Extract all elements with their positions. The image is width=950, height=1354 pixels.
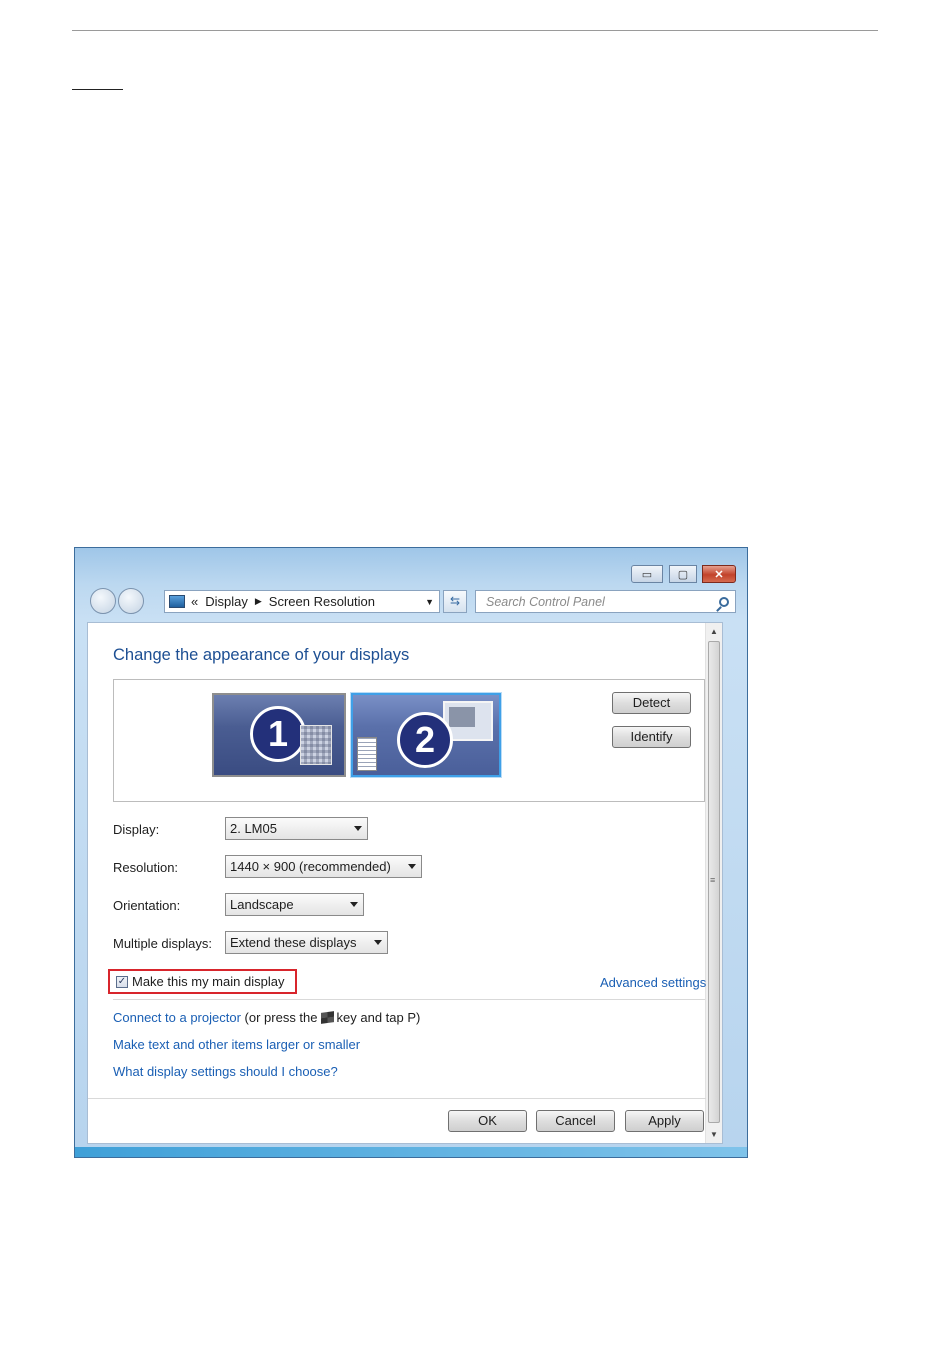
projector-hint-suffix: key and tap P): [336, 1010, 421, 1025]
document-icon: [357, 737, 377, 771]
breadcrumb-screen-resolution[interactable]: Screen Resolution: [269, 594, 375, 609]
ok-button[interactable]: OK: [448, 1110, 527, 1132]
page-title: Change the appearance of your displays: [113, 646, 410, 664]
nav-buttons: [88, 588, 150, 614]
address-dropdown-icon[interactable]: ▼: [425, 597, 434, 607]
multiple-displays-label: Multiple displays:: [113, 936, 212, 951]
apply-button[interactable]: Apply: [625, 1110, 704, 1132]
breadcrumb-display[interactable]: Display: [205, 594, 248, 609]
main-display-highlight: ✓ Make this my main display: [108, 969, 297, 994]
main-display-checkbox[interactable]: ✓: [116, 976, 128, 988]
monitor-2[interactable]: 2: [350, 692, 502, 778]
orientation-select[interactable]: Landscape: [225, 893, 364, 916]
close-button[interactable]: ✕: [702, 565, 736, 583]
display-select[interactable]: 2. LM05: [225, 817, 368, 840]
projector-hint-prefix: (or press the: [244, 1010, 318, 1025]
back-button[interactable]: [90, 588, 116, 614]
windows-logo-icon: [320, 1011, 334, 1024]
breadcrumb-overflow[interactable]: «: [191, 594, 198, 609]
display-label: Display:: [113, 822, 160, 837]
main-display-checkbox-label[interactable]: Make this my main display: [132, 974, 284, 989]
multiple-displays-select[interactable]: Extend these displays: [225, 931, 388, 954]
header-rule: [72, 30, 878, 31]
calculator-icon: [300, 725, 332, 765]
cancel-button[interactable]: Cancel: [536, 1110, 615, 1132]
resolution-select[interactable]: 1440 × 900 (recommended): [225, 855, 422, 878]
minimize-button[interactable]: ▭: [631, 565, 663, 583]
chevron-down-icon: [354, 826, 362, 831]
identify-button[interactable]: Identify: [612, 726, 691, 748]
search-input[interactable]: [484, 593, 708, 610]
orientation-label: Orientation:: [113, 898, 181, 913]
scroll-down-icon[interactable]: ▼: [706, 1126, 722, 1143]
breadcrumb-arrow-icon[interactable]: ▶: [255, 596, 262, 607]
scroll-up-icon[interactable]: ▲: [706, 623, 722, 640]
monitor-number: 1: [250, 706, 306, 762]
multiple-displays-select-value: Extend these displays: [230, 935, 357, 950]
control-panel-icon: [169, 595, 185, 608]
chevron-down-icon: [408, 864, 416, 869]
divider: [113, 999, 705, 1000]
resolution-label: Resolution:: [113, 860, 179, 875]
display-select-value: 2. LM05: [230, 821, 277, 836]
monitor-1[interactable]: 1: [212, 693, 346, 777]
display-help-link[interactable]: What display settings should I choose?: [113, 1064, 338, 1079]
resolution-select-value: 1440 × 900 (recommended): [230, 859, 391, 874]
forward-button[interactable]: [118, 588, 144, 614]
refresh-button[interactable]: ⇆: [443, 590, 467, 613]
monitor-number: 2: [397, 712, 453, 768]
search-icon[interactable]: [719, 596, 729, 607]
chevron-down-icon: [374, 940, 382, 945]
projector-link-row: Connect to a projector (or press the key …: [113, 1010, 420, 1025]
section-rule: [72, 89, 123, 90]
text-size-link[interactable]: Make text and other items larger or smal…: [113, 1037, 360, 1052]
scroll-grip-icon: ≡: [710, 875, 716, 885]
maximize-button[interactable]: ▢: [669, 565, 697, 583]
footer-divider: [88, 1098, 706, 1099]
content-area: ▲ ≡ ▼ Change the appearance of your disp…: [87, 622, 723, 1144]
screen-resolution-window: ▭ ▢ ✕ « Display ▶ Screen Resolution ▼ ⇆ …: [74, 547, 748, 1158]
address-bar[interactable]: « Display ▶ Screen Resolution ▼: [164, 590, 440, 613]
vertical-scrollbar[interactable]: ▲ ≡ ▼: [705, 623, 722, 1143]
monitor-arrangement-panel: 1 2 Detect Identify: [113, 679, 705, 802]
connect-projector-link[interactable]: Connect to a projector: [113, 1010, 241, 1025]
chevron-down-icon: [350, 902, 358, 907]
orientation-select-value: Landscape: [230, 897, 294, 912]
search-box[interactable]: [475, 590, 736, 613]
advanced-settings-link[interactable]: Advanced settings: [600, 975, 706, 990]
detect-button[interactable]: Detect: [612, 692, 691, 714]
